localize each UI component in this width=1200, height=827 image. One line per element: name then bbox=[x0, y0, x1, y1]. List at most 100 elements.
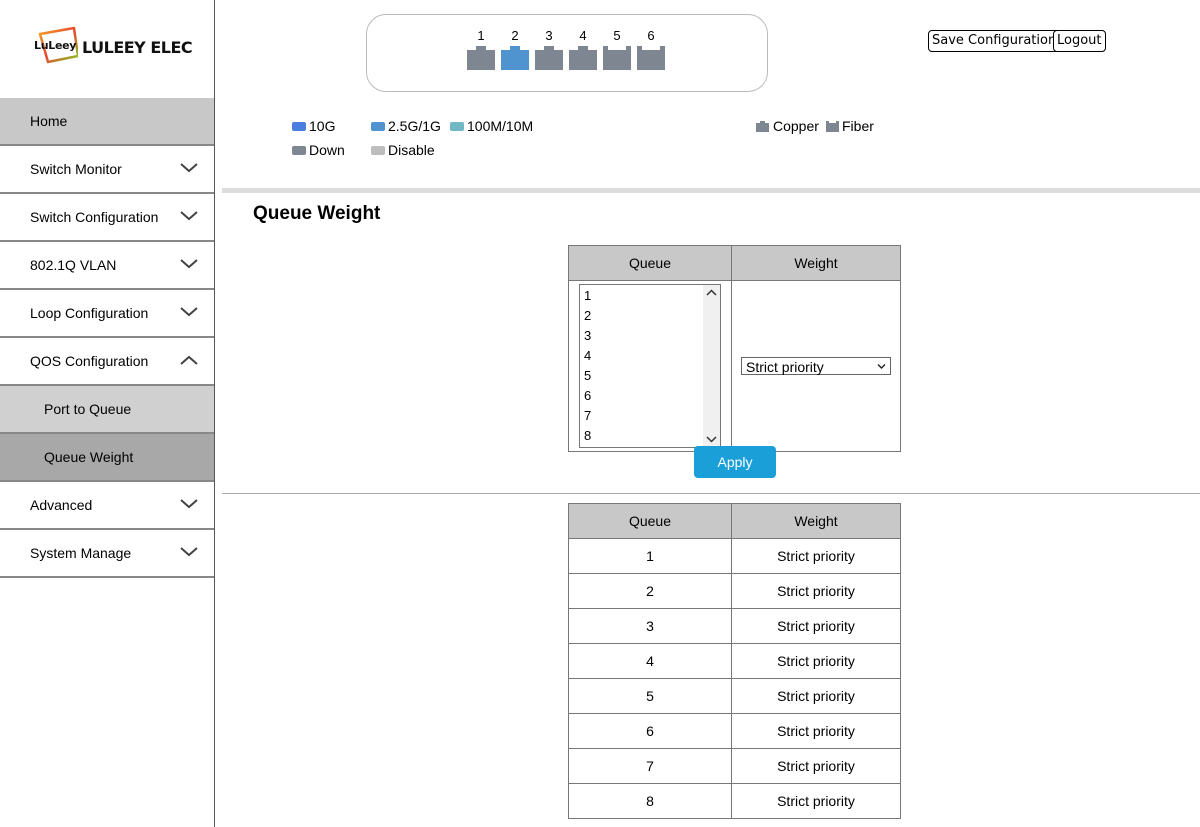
cell-weight: Strict priority bbox=[731, 713, 901, 749]
cell-weight: Strict priority bbox=[731, 608, 901, 644]
legend-disable: Disable bbox=[371, 142, 435, 158]
cell-queue: 5 bbox=[568, 678, 732, 714]
queue-weight-form: Queue Weight 1 2 3 4 5 6 7 8 Strict prio… bbox=[568, 245, 901, 452]
sidebar-item-switch-monitor[interactable]: Switch Monitor bbox=[0, 146, 214, 194]
ethernet-port-icon bbox=[501, 46, 529, 70]
queue-listbox[interactable]: 1 2 3 4 5 6 7 8 bbox=[579, 284, 721, 448]
sidebar-item-queue-weight[interactable]: Queue Weight bbox=[0, 434, 214, 482]
port-6[interactable]: 6 bbox=[635, 27, 667, 71]
listbox-option[interactable]: 6 bbox=[580, 386, 702, 406]
cell-queue: 8 bbox=[568, 783, 732, 819]
legend-label: 10G bbox=[309, 118, 336, 134]
sidebar-item-loop-configuration[interactable]: Loop Configuration bbox=[0, 290, 214, 338]
legend-2-5g: 2.5G/1G bbox=[371, 118, 441, 134]
sidebar-nav: Home Switch Monitor Switch Configuration… bbox=[0, 98, 214, 578]
chevron-down-icon bbox=[877, 364, 886, 369]
ethernet-port-icon bbox=[569, 46, 597, 70]
sidebar-item-8021q-vlan[interactable]: 802.1Q VLAN bbox=[0, 242, 214, 290]
sidebar-item-switch-configuration[interactable]: Switch Configuration bbox=[0, 194, 214, 242]
table-row: 4 Strict priority bbox=[568, 643, 901, 679]
sidebar-item-label: Port to Queue bbox=[44, 401, 132, 417]
port-status-panel: 1 2 3 4 5 6 bbox=[366, 14, 768, 92]
port-4[interactable]: 4 bbox=[567, 27, 599, 71]
listbox-option[interactable]: 2 bbox=[580, 306, 702, 326]
legend-fiber: Fiber bbox=[826, 118, 874, 134]
legend-10g: 10G bbox=[292, 118, 335, 134]
table-row: 2 Strict priority bbox=[568, 573, 901, 609]
chevron-down-icon bbox=[180, 259, 198, 269]
port-number: 2 bbox=[511, 28, 519, 43]
sidebar-item-label: QOS Configuration bbox=[30, 353, 149, 369]
apply-button[interactable]: Apply bbox=[694, 446, 776, 478]
fiber-port-icon bbox=[603, 46, 631, 70]
legend-copper: Copper bbox=[756, 118, 819, 134]
weight-select[interactable]: Strict priority bbox=[741, 357, 891, 375]
logout-button[interactable]: Logout bbox=[1053, 30, 1106, 52]
column-header-weight: Weight bbox=[731, 245, 901, 281]
cell-weight: Strict priority bbox=[731, 748, 901, 784]
column-header-weight: Weight bbox=[731, 503, 901, 539]
save-configuration-button[interactable]: Save Configuration bbox=[928, 30, 1061, 52]
listbox-option[interactable]: 3 bbox=[580, 326, 702, 346]
sidebar-item-port-to-queue[interactable]: Port to Queue bbox=[0, 386, 214, 434]
legend-label: Fiber bbox=[842, 118, 874, 134]
legend-swatch bbox=[371, 121, 385, 131]
cell-weight: Strict priority bbox=[731, 783, 901, 819]
cell-queue: 2 bbox=[568, 573, 732, 609]
sidebar-item-label: 802.1Q VLAN bbox=[30, 257, 117, 273]
listbox-scrollbar[interactable] bbox=[703, 285, 720, 447]
logo-badge-text: LuLeey bbox=[34, 39, 77, 52]
legend-down: Down bbox=[292, 142, 345, 158]
sidebar: LuLeey LULEEY ELEC Home Switch Monitor S… bbox=[0, 0, 215, 827]
legend-label: Copper bbox=[773, 118, 819, 134]
column-header-queue: Queue bbox=[568, 503, 732, 539]
cell-queue: 6 bbox=[568, 713, 732, 749]
chevron-up-icon[interactable] bbox=[706, 289, 717, 297]
queue-weight-table: Queue Weight 1 Strict priority 2 Strict pr… bbox=[568, 503, 901, 819]
legend-label: 100M/10M bbox=[467, 118, 534, 134]
sidebar-item-label: Queue Weight bbox=[44, 449, 134, 465]
legend-label: 2.5G/1G bbox=[388, 118, 441, 134]
sidebar-item-label: Home bbox=[30, 113, 68, 129]
sidebar-item-advanced[interactable]: Advanced bbox=[0, 482, 214, 530]
chevron-down-icon bbox=[180, 547, 198, 557]
cell-queue: 3 bbox=[568, 608, 732, 644]
cell-weight: Strict priority bbox=[731, 538, 901, 574]
copper-port-icon bbox=[756, 120, 769, 132]
chevron-down-icon[interactable] bbox=[706, 435, 717, 443]
table-row: 1 Strict priority bbox=[568, 538, 901, 574]
column-header-queue: Queue bbox=[568, 245, 732, 281]
sidebar-item-home[interactable]: Home bbox=[0, 98, 214, 146]
table-row: 5 Strict priority bbox=[568, 678, 901, 714]
weight-select-value: Strict priority bbox=[746, 359, 824, 375]
port-1[interactable]: 1 bbox=[465, 27, 497, 71]
legend-swatch bbox=[450, 121, 464, 131]
listbox-option[interactable]: 8 bbox=[580, 426, 702, 446]
fiber-port-icon bbox=[637, 46, 665, 70]
port-3[interactable]: 3 bbox=[533, 27, 565, 71]
sidebar-item-qos-configuration[interactable]: QOS Configuration bbox=[0, 338, 214, 386]
listbox-option[interactable]: 1 bbox=[580, 286, 702, 306]
chevron-down-icon bbox=[180, 211, 198, 221]
divider bbox=[222, 493, 1200, 494]
sidebar-item-system-manage[interactable]: System Manage bbox=[0, 530, 214, 578]
listbox-option[interactable]: 7 bbox=[580, 406, 702, 426]
legend-swatch bbox=[371, 145, 385, 155]
port-2[interactable]: 2 bbox=[499, 27, 531, 71]
cell-weight: Strict priority bbox=[731, 678, 901, 714]
cell-weight: Strict priority bbox=[731, 573, 901, 609]
listbox-option[interactable]: 4 bbox=[580, 346, 702, 366]
sidebar-item-label: Switch Monitor bbox=[30, 161, 122, 177]
cell-queue: 4 bbox=[568, 643, 732, 679]
table-row: 7 Strict priority bbox=[568, 748, 901, 784]
cell-weight: Strict priority bbox=[731, 643, 901, 679]
legend-label: Disable bbox=[388, 142, 435, 158]
chevron-up-icon bbox=[180, 355, 198, 365]
brand-name: LULEEY ELEC bbox=[82, 38, 193, 57]
port-5[interactable]: 5 bbox=[601, 27, 633, 71]
legend-label: Down bbox=[309, 142, 345, 158]
listbox-option[interactable]: 5 bbox=[580, 366, 702, 386]
port-number: 4 bbox=[579, 28, 587, 43]
cell-queue: 7 bbox=[568, 748, 732, 784]
chevron-down-icon bbox=[180, 307, 198, 317]
